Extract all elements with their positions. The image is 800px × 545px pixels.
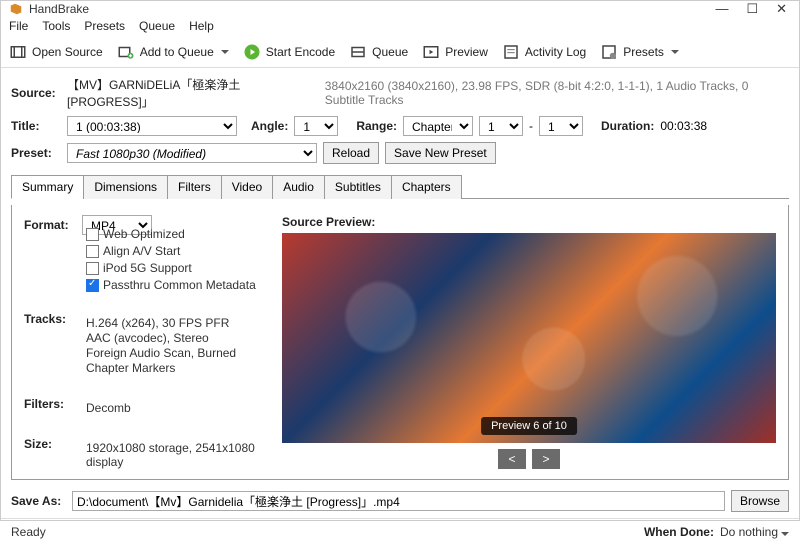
duration-value: 00:03:38 xyxy=(660,119,707,133)
start-encode-button[interactable]: Start Encode xyxy=(243,43,335,61)
duration-label: Duration: xyxy=(601,119,654,133)
activity-log-button[interactable]: Activity Log xyxy=(502,43,586,61)
when-done-label: When Done: xyxy=(644,525,714,539)
source-row: Source: 【MV】GARNiDELiA「極楽浄土 [PROGRESS]」 … xyxy=(11,76,789,110)
save-as-row: Save As: Browse xyxy=(1,484,799,518)
range-type-select[interactable]: Chapters xyxy=(403,116,473,136)
presets-icon xyxy=(600,43,618,61)
size-value: 1920x1080 storage, 2541x1080 display xyxy=(86,441,264,469)
chevron-down-icon xyxy=(671,50,679,54)
preview-caption: Preview 6 of 10 xyxy=(481,417,577,435)
open-source-button[interactable]: Open Source xyxy=(9,43,103,61)
checkbox-web-optimized[interactable]: Web Optimized xyxy=(86,227,264,241)
presets-button[interactable]: Presets xyxy=(600,43,679,61)
checkbox-align-av[interactable]: Align A/V Start xyxy=(86,244,264,258)
reload-button[interactable]: Reload xyxy=(323,142,379,164)
tab-strip: Summary Dimensions Filters Video Audio S… xyxy=(11,174,789,199)
menu-file[interactable]: File xyxy=(9,19,28,33)
tracks-label: Tracks: xyxy=(24,312,82,326)
preset-label: Preset: xyxy=(11,146,61,160)
range-label: Range: xyxy=(356,119,397,133)
angle-select[interactable]: 1 xyxy=(294,116,338,136)
tab-dimensions[interactable]: Dimensions xyxy=(83,175,168,199)
angle-label: Angle: xyxy=(251,119,288,133)
chevron-down-icon xyxy=(221,50,229,54)
queue-icon xyxy=(349,43,367,61)
window-title: HandBrake xyxy=(29,2,715,16)
toolbar: Open Source Add to Queue Start Encode Qu… xyxy=(1,37,799,68)
track-info: Foreign Audio Scan, Burned xyxy=(86,346,264,360)
film-icon xyxy=(9,43,27,61)
menu-tools[interactable]: Tools xyxy=(42,19,70,33)
menu-queue[interactable]: Queue xyxy=(139,19,175,33)
source-preview-label: Source Preview: xyxy=(282,215,776,229)
track-info: AAC (avcodec), Stereo xyxy=(86,331,264,345)
track-info: H.264 (x264), 30 FPS PFR xyxy=(86,316,264,330)
size-label: Size: xyxy=(24,437,82,451)
queue-button[interactable]: Queue xyxy=(349,43,408,61)
menu-presets[interactable]: Presets xyxy=(84,19,125,33)
close-button[interactable]: ✕ xyxy=(776,1,787,17)
tab-filters[interactable]: Filters xyxy=(167,175,222,199)
title-select[interactable]: 1 (00:03:38) xyxy=(67,116,237,136)
tab-chapters[interactable]: Chapters xyxy=(391,175,462,199)
preview-prev-button[interactable]: < xyxy=(498,449,526,469)
range-to-select[interactable]: 1 xyxy=(539,116,583,136)
chevron-down-icon xyxy=(781,532,789,536)
menubar: File Tools Presets Queue Help xyxy=(1,17,799,37)
save-new-preset-button[interactable]: Save New Preset xyxy=(385,142,496,164)
save-as-label: Save As: xyxy=(11,494,66,508)
log-icon xyxy=(502,43,520,61)
summary-panel: Format: MP4 Web Optimized Align A/V Star… xyxy=(11,205,789,480)
menu-help[interactable]: Help xyxy=(189,19,214,33)
format-label: Format: xyxy=(24,218,82,232)
checkbox-ipod-5g[interactable]: iPod 5G Support xyxy=(86,261,264,275)
checkbox-passthru-metadata[interactable]: Passthru Common Metadata xyxy=(86,278,264,292)
when-done-dropdown[interactable]: Do nothing xyxy=(720,525,789,539)
range-from-select[interactable]: 1 xyxy=(479,116,523,136)
filters-label: Filters: xyxy=(24,397,82,411)
tab-subtitles[interactable]: Subtitles xyxy=(324,175,392,199)
add-to-queue-button[interactable]: Add to Queue xyxy=(117,43,229,61)
preview-icon xyxy=(422,43,440,61)
track-info: Chapter Markers xyxy=(86,361,264,375)
source-label: Source: xyxy=(11,86,61,100)
source-info: 3840x2160 (3840x2160), 23.98 FPS, SDR (8… xyxy=(325,79,789,107)
preset-select[interactable]: Fast 1080p30 (Modified) xyxy=(67,143,317,163)
minimize-button[interactable]: — xyxy=(715,1,728,17)
preset-row: Preset: Fast 1080p30 (Modified) Reload S… xyxy=(11,142,789,164)
tab-video[interactable]: Video xyxy=(221,175,273,199)
tab-audio[interactable]: Audio xyxy=(272,175,325,199)
filters-value: Decomb xyxy=(86,401,264,415)
source-preview-image: Preview 6 of 10 xyxy=(282,233,776,443)
app-icon xyxy=(9,2,23,16)
range-sep: - xyxy=(529,119,533,133)
title-label: Title: xyxy=(11,119,61,133)
status-bar: Ready When Done: Do nothing xyxy=(1,518,799,545)
save-as-input[interactable] xyxy=(72,491,725,511)
browse-button[interactable]: Browse xyxy=(731,490,789,512)
play-icon xyxy=(243,43,261,61)
preview-button[interactable]: Preview xyxy=(422,43,488,61)
title-row: Title: 1 (00:03:38) Angle: 1 Range: Chap… xyxy=(11,116,789,136)
tab-summary[interactable]: Summary xyxy=(11,175,84,199)
maximize-button[interactable]: ☐ xyxy=(746,1,758,17)
status-text: Ready xyxy=(11,525,46,539)
source-name: 【MV】GARNiDELiA「極楽浄土 [PROGRESS]」 xyxy=(67,76,309,110)
queue-add-icon xyxy=(117,43,135,61)
preview-next-button[interactable]: > xyxy=(532,449,560,469)
